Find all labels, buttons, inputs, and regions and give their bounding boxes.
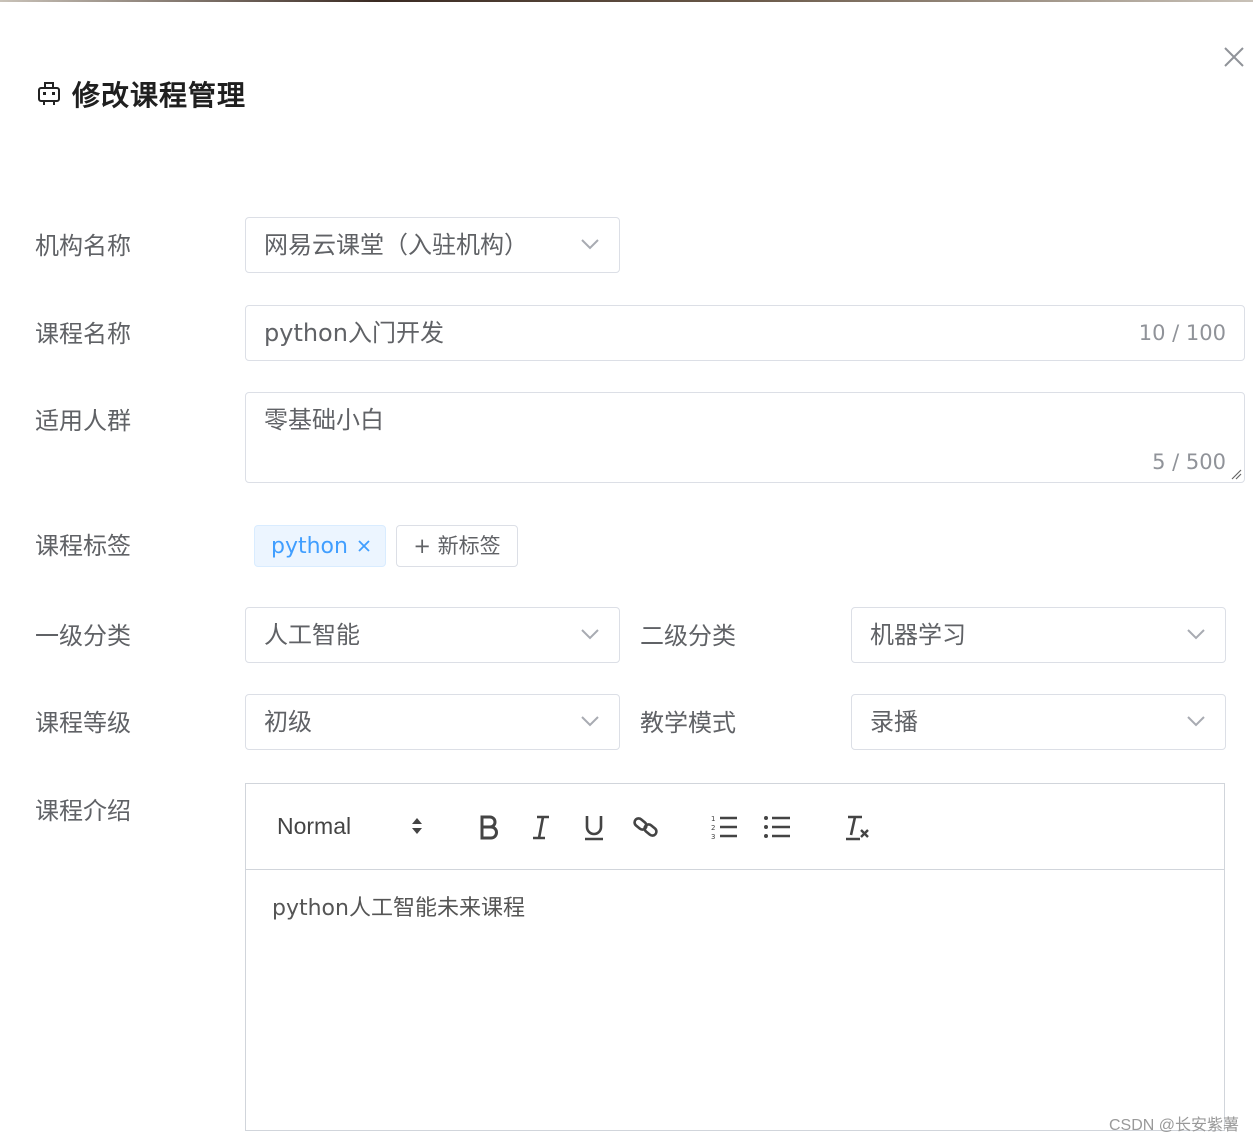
course-name-input[interactable]: python入门开发 10 / 100 bbox=[245, 305, 1245, 361]
mode-select[interactable]: 录播 bbox=[851, 694, 1226, 750]
chevron-down-icon bbox=[581, 716, 599, 727]
edit-course-dialog: 修改课程管理 机构名称 网易云课堂（入驻机构） 课程名称 python入门开发 … bbox=[0, 2, 1253, 1143]
mode-value: 录播 bbox=[870, 708, 918, 736]
link-icon[interactable] bbox=[631, 812, 661, 842]
audience-label: 适用人群 bbox=[35, 407, 131, 435]
tag-python: python bbox=[254, 525, 386, 567]
chevron-down-icon bbox=[1187, 716, 1205, 727]
audience-counter: 5 / 500 bbox=[1152, 450, 1226, 474]
chevron-down-icon bbox=[581, 239, 599, 250]
bold-icon[interactable] bbox=[474, 812, 504, 842]
header-format-value: Normal bbox=[277, 813, 352, 839]
clear-format-icon[interactable] bbox=[842, 812, 872, 842]
category2-label: 二级分类 bbox=[640, 622, 736, 650]
course-name-label: 课程名称 bbox=[35, 320, 131, 348]
svg-text:1: 1 bbox=[711, 815, 715, 823]
audience-value: 零基础小白 bbox=[264, 406, 384, 434]
category2-select[interactable]: 机器学习 bbox=[851, 607, 1226, 663]
tags-label: 课程标签 bbox=[35, 532, 131, 560]
chevron-down-icon bbox=[581, 629, 599, 640]
up-down-arrows-icon bbox=[412, 818, 422, 834]
watermark: CSDN @长安紫薯 bbox=[1108, 1117, 1239, 1134]
dialog-title: 修改课程管理 bbox=[72, 79, 247, 112]
editor-content[interactable]: python人工智能未来课程 bbox=[272, 890, 525, 922]
org-select-value: 网易云课堂（入驻机构） bbox=[264, 231, 528, 259]
course-name-value: python入门开发 bbox=[264, 319, 444, 347]
resize-handle-icon[interactable] bbox=[1230, 468, 1242, 480]
chevron-down-icon bbox=[1187, 629, 1205, 640]
level-select[interactable]: 初级 bbox=[245, 694, 620, 750]
mode-label: 教学模式 bbox=[640, 709, 736, 737]
org-label: 机构名称 bbox=[35, 232, 131, 260]
category2-value: 机器学习 bbox=[870, 621, 966, 649]
level-value: 初级 bbox=[264, 708, 312, 736]
bullet-list-icon[interactable] bbox=[762, 812, 792, 842]
editor-toolbar: Normal 1 2 3 bbox=[246, 784, 1224, 870]
underline-icon[interactable] bbox=[579, 812, 609, 842]
svg-text:3: 3 bbox=[711, 833, 715, 841]
ordered-list-icon[interactable]: 1 2 3 bbox=[709, 812, 739, 842]
italic-icon[interactable] bbox=[526, 812, 556, 842]
close-icon[interactable] bbox=[1222, 45, 1246, 69]
tag-close-icon[interactable] bbox=[355, 537, 373, 555]
category1-label: 一级分类 bbox=[35, 622, 131, 650]
header-format-picker[interactable]: Normal bbox=[277, 810, 427, 842]
category1-select[interactable]: 人工智能 bbox=[245, 607, 620, 663]
org-select[interactable]: 网易云课堂（入驻机构） bbox=[245, 217, 620, 273]
dialog-header: 修改课程管理 bbox=[36, 74, 246, 114]
audience-textarea[interactable]: 零基础小白 5 / 500 bbox=[245, 392, 1245, 483]
robot-icon bbox=[36, 81, 62, 107]
level-label: 课程等级 bbox=[35, 709, 131, 737]
svg-text:2: 2 bbox=[711, 824, 715, 832]
tag-label: python bbox=[271, 534, 348, 559]
rich-text-editor: Normal 1 2 3 python人工智能未来课程 bbox=[245, 783, 1225, 1131]
new-tag-button[interactable]: + 新标签 bbox=[396, 525, 518, 567]
intro-label: 课程介绍 bbox=[35, 797, 131, 825]
course-name-counter: 10 / 100 bbox=[1138, 321, 1226, 345]
category1-value: 人工智能 bbox=[264, 621, 360, 649]
